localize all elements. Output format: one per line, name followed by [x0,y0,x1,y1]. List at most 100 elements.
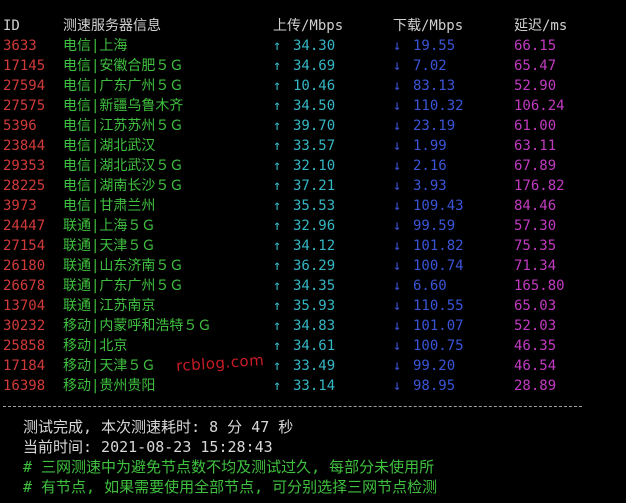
upload-speed: ↑ 36.29 [273,256,335,276]
server-name: 联通|山东济南５Ｇ [63,258,184,274]
header-upload: 上传/Mbps [273,18,344,34]
upload-value: 33.49 [293,358,336,374]
server-id: 17145 [3,58,46,74]
download-value: 6.60 [413,278,447,294]
download-speed: ↓ 109.43 [393,196,464,216]
arrow-up-icon: ↑ [273,278,282,294]
download-speed: ↓ 3.93 [393,176,447,196]
arrow-up-icon: ↑ [273,38,282,54]
latency: 28.89 [514,378,557,394]
upload-value: 34.61 [293,338,336,354]
upload-value: 39.70 [293,118,336,134]
divider [3,406,582,407]
download-speed: ↓ 7.02 [393,56,447,76]
arrow-down-icon: ↓ [393,78,402,94]
upload-value: 37.21 [293,178,336,194]
upload-speed: ↑ 39.70 [273,116,335,136]
download-value: 99.59 [413,218,456,234]
download-value: 101.82 [413,238,464,254]
upload-value: 34.50 [293,98,336,114]
table-row: 27594 电信|广东广州５Ｇ ↑ 10.46 ↓ 83.13 52.90 [0,76,626,96]
latency: 65.47 [514,58,557,74]
arrow-down-icon: ↓ [393,318,402,334]
server-name: 电信|上海 [63,38,128,54]
download-value: 1.99 [413,138,447,154]
download-value: 110.55 [413,298,464,314]
upload-speed: ↑ 34.12 [273,236,335,256]
table-row: 26180 联通|山东济南５Ｇ ↑ 36.29 ↓ 100.74 71.34 [0,256,626,276]
table-row: 28225 电信|湖南长沙５Ｇ ↑ 37.21 ↓ 3.93 176.82 [0,176,626,196]
server-name: 联通|上海５Ｇ [63,218,156,234]
arrow-down-icon: ↓ [393,378,402,394]
table-header: ID 测速服务器信息 上传/Mbps 下载/Mbps 延迟/ms [0,16,626,36]
download-value: 83.13 [413,78,456,94]
download-speed: ↓ 101.07 [393,316,464,336]
server-name: 电信|江苏苏州５Ｇ [63,118,184,134]
server-name: 电信|广东广州５Ｇ [63,78,184,94]
note-line-1: # 三网测速中为避免节点数不均及测试过久, 每部分未使用所 [23,458,435,476]
latency: 75.35 [514,238,557,254]
header-server: 测速服务器信息 [63,18,161,34]
server-name: 联通|江苏南京 [63,298,156,314]
server-name: 电信|湖北武汉５Ｇ [63,158,184,174]
header-download: 下载/Mbps [393,18,464,34]
upload-speed: ↑ 35.53 [273,196,335,216]
arrow-up-icon: ↑ [273,238,282,254]
download-speed: ↓ 98.95 [393,376,455,396]
upload-speed: ↑ 34.61 [273,336,335,356]
table-row: 27154 联通|天津５Ｇ ↑ 34.12 ↓ 101.82 75.35 [0,236,626,256]
upload-speed: ↑ 33.57 [273,136,335,156]
upload-value: 10.46 [293,78,336,94]
arrow-up-icon: ↑ [273,378,282,394]
server-id: 30232 [3,318,46,334]
server-name: 移动|内蒙呼和浩特５Ｇ [63,318,212,334]
download-value: 99.20 [413,358,456,374]
server-id: 26678 [3,278,46,294]
download-value: 2.16 [413,158,447,174]
upload-speed: ↑ 33.49 [273,356,335,376]
upload-speed: ↑ 33.14 [273,376,335,396]
current-time: 当前时间: 2021-08-23 15:28:43 [23,438,273,456]
arrow-up-icon: ↑ [273,298,282,314]
download-speed: ↓ 100.75 [393,336,464,356]
table-row: 17184 移动|天津５Ｇ ↑ 33.49 ↓ 99.20 46.54 [0,356,626,376]
upload-value: 36.29 [293,258,336,274]
upload-value: 34.12 [293,238,336,254]
table-row: 3633 电信|上海 ↑ 34.30 ↓ 19.55 66.15 [0,36,626,56]
table-row: 30232 移动|内蒙呼和浩特５Ｇ ↑ 34.83 ↓ 101.07 52.03 [0,316,626,336]
arrow-down-icon: ↓ [393,178,402,194]
latency: 63.11 [514,138,557,154]
arrow-down-icon: ↓ [393,338,402,354]
arrow-down-icon: ↓ [393,358,402,374]
latency: 84.46 [514,198,557,214]
latency: 46.35 [514,338,557,354]
server-id: 23844 [3,138,46,154]
arrow-up-icon: ↑ [273,198,282,214]
arrow-up-icon: ↑ [273,318,282,334]
arrow-down-icon: ↓ [393,198,402,214]
download-speed: ↓ 101.82 [393,236,464,256]
arrow-down-icon: ↓ [393,158,402,174]
server-name: 移动|贵州贵阳 [63,378,156,394]
upload-speed: ↑ 34.35 [273,276,335,296]
arrow-down-icon: ↓ [393,218,402,234]
upload-speed: ↑ 34.30 [273,36,335,56]
table-row: 3973 电信|甘肃兰州 ↑ 35.53 ↓ 109.43 84.46 [0,196,626,216]
upload-value: 34.69 [293,58,336,74]
download-value: 101.07 [413,318,464,334]
server-id: 5396 [3,118,37,134]
server-name: 电信|湖北武汉 [63,138,156,154]
download-speed: ↓ 19.55 [393,36,455,56]
table-row: 29353 电信|湖北武汉５Ｇ ↑ 32.10 ↓ 2.16 67.89 [0,156,626,176]
arrow-up-icon: ↑ [273,78,282,94]
server-name: 电信|新疆乌鲁木齐 [63,98,184,114]
latency: 165.80 [514,278,565,294]
latency: 106.24 [514,98,565,114]
table-row: 25858 移动|北京 ↑ 34.61 ↓ 100.75 46.35 [0,336,626,356]
completion-message: 测试完成, 本次测速耗时: 8 分 47 秒 [23,418,294,436]
upload-speed: ↑ 34.50 [273,96,335,116]
download-speed: ↓ 1.99 [393,136,447,156]
arrow-up-icon: ↑ [273,58,282,74]
server-name: 联通|天津５Ｇ [63,238,156,254]
arrow-up-icon: ↑ [273,178,282,194]
